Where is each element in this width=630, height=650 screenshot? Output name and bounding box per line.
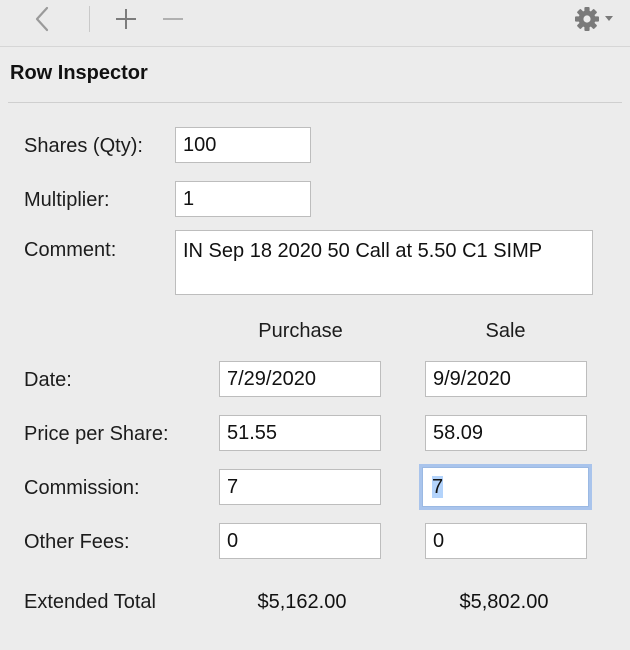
chevron-left-icon [35, 6, 49, 32]
sale-commission-field[interactable]: 7 [422, 467, 589, 507]
gear-icon [575, 7, 613, 31]
title-divider [8, 102, 622, 103]
remove-button[interactable] [158, 4, 188, 34]
purchase-commission-field[interactable]: 7 [219, 469, 381, 505]
back-button[interactable] [28, 4, 56, 34]
plus-icon [116, 9, 136, 29]
other-fees-label: Other Fees: [24, 531, 130, 553]
sale-fees-field[interactable]: 0 [425, 523, 587, 559]
panel-title: Row Inspector [10, 62, 148, 84]
sale-column-header: Sale [485, 320, 526, 342]
comment-label: Comment: [24, 239, 117, 261]
multiplier-field[interactable]: 1 [175, 181, 311, 217]
purchase-extended-total: $5,162.00 [257, 591, 347, 613]
add-button[interactable] [111, 4, 141, 34]
purchase-column-header: Purchase [258, 320, 343, 342]
selected-text: 7 [432, 476, 444, 498]
sale-extended-total: $5,802.00 [459, 591, 549, 613]
multiplier-label: Multiplier: [24, 189, 110, 211]
price-per-share-label: Price per Share: [24, 423, 169, 445]
commission-label: Commission: [24, 477, 140, 499]
purchase-date-field[interactable]: 7/29/2020 [219, 361, 381, 397]
purchase-fees-field[interactable]: 0 [219, 523, 381, 559]
toolbar-divider [89, 6, 90, 32]
date-label: Date: [24, 369, 72, 391]
shares-label: Shares (Qty): [24, 135, 143, 157]
purchase-price-field[interactable]: 51.55 [219, 415, 381, 451]
action-menu-button[interactable] [570, 4, 620, 34]
sale-date-field[interactable]: 9/9/2020 [425, 361, 587, 397]
comment-field[interactable]: IN Sep 18 2020 50 Call at 5.50 C1 SIMP [175, 230, 593, 295]
shares-field[interactable]: 100 [175, 127, 311, 163]
extended-total-label: Extended Total [24, 591, 156, 613]
toolbar [0, 0, 630, 47]
minus-icon [163, 18, 183, 20]
sale-price-field[interactable]: 58.09 [425, 415, 587, 451]
